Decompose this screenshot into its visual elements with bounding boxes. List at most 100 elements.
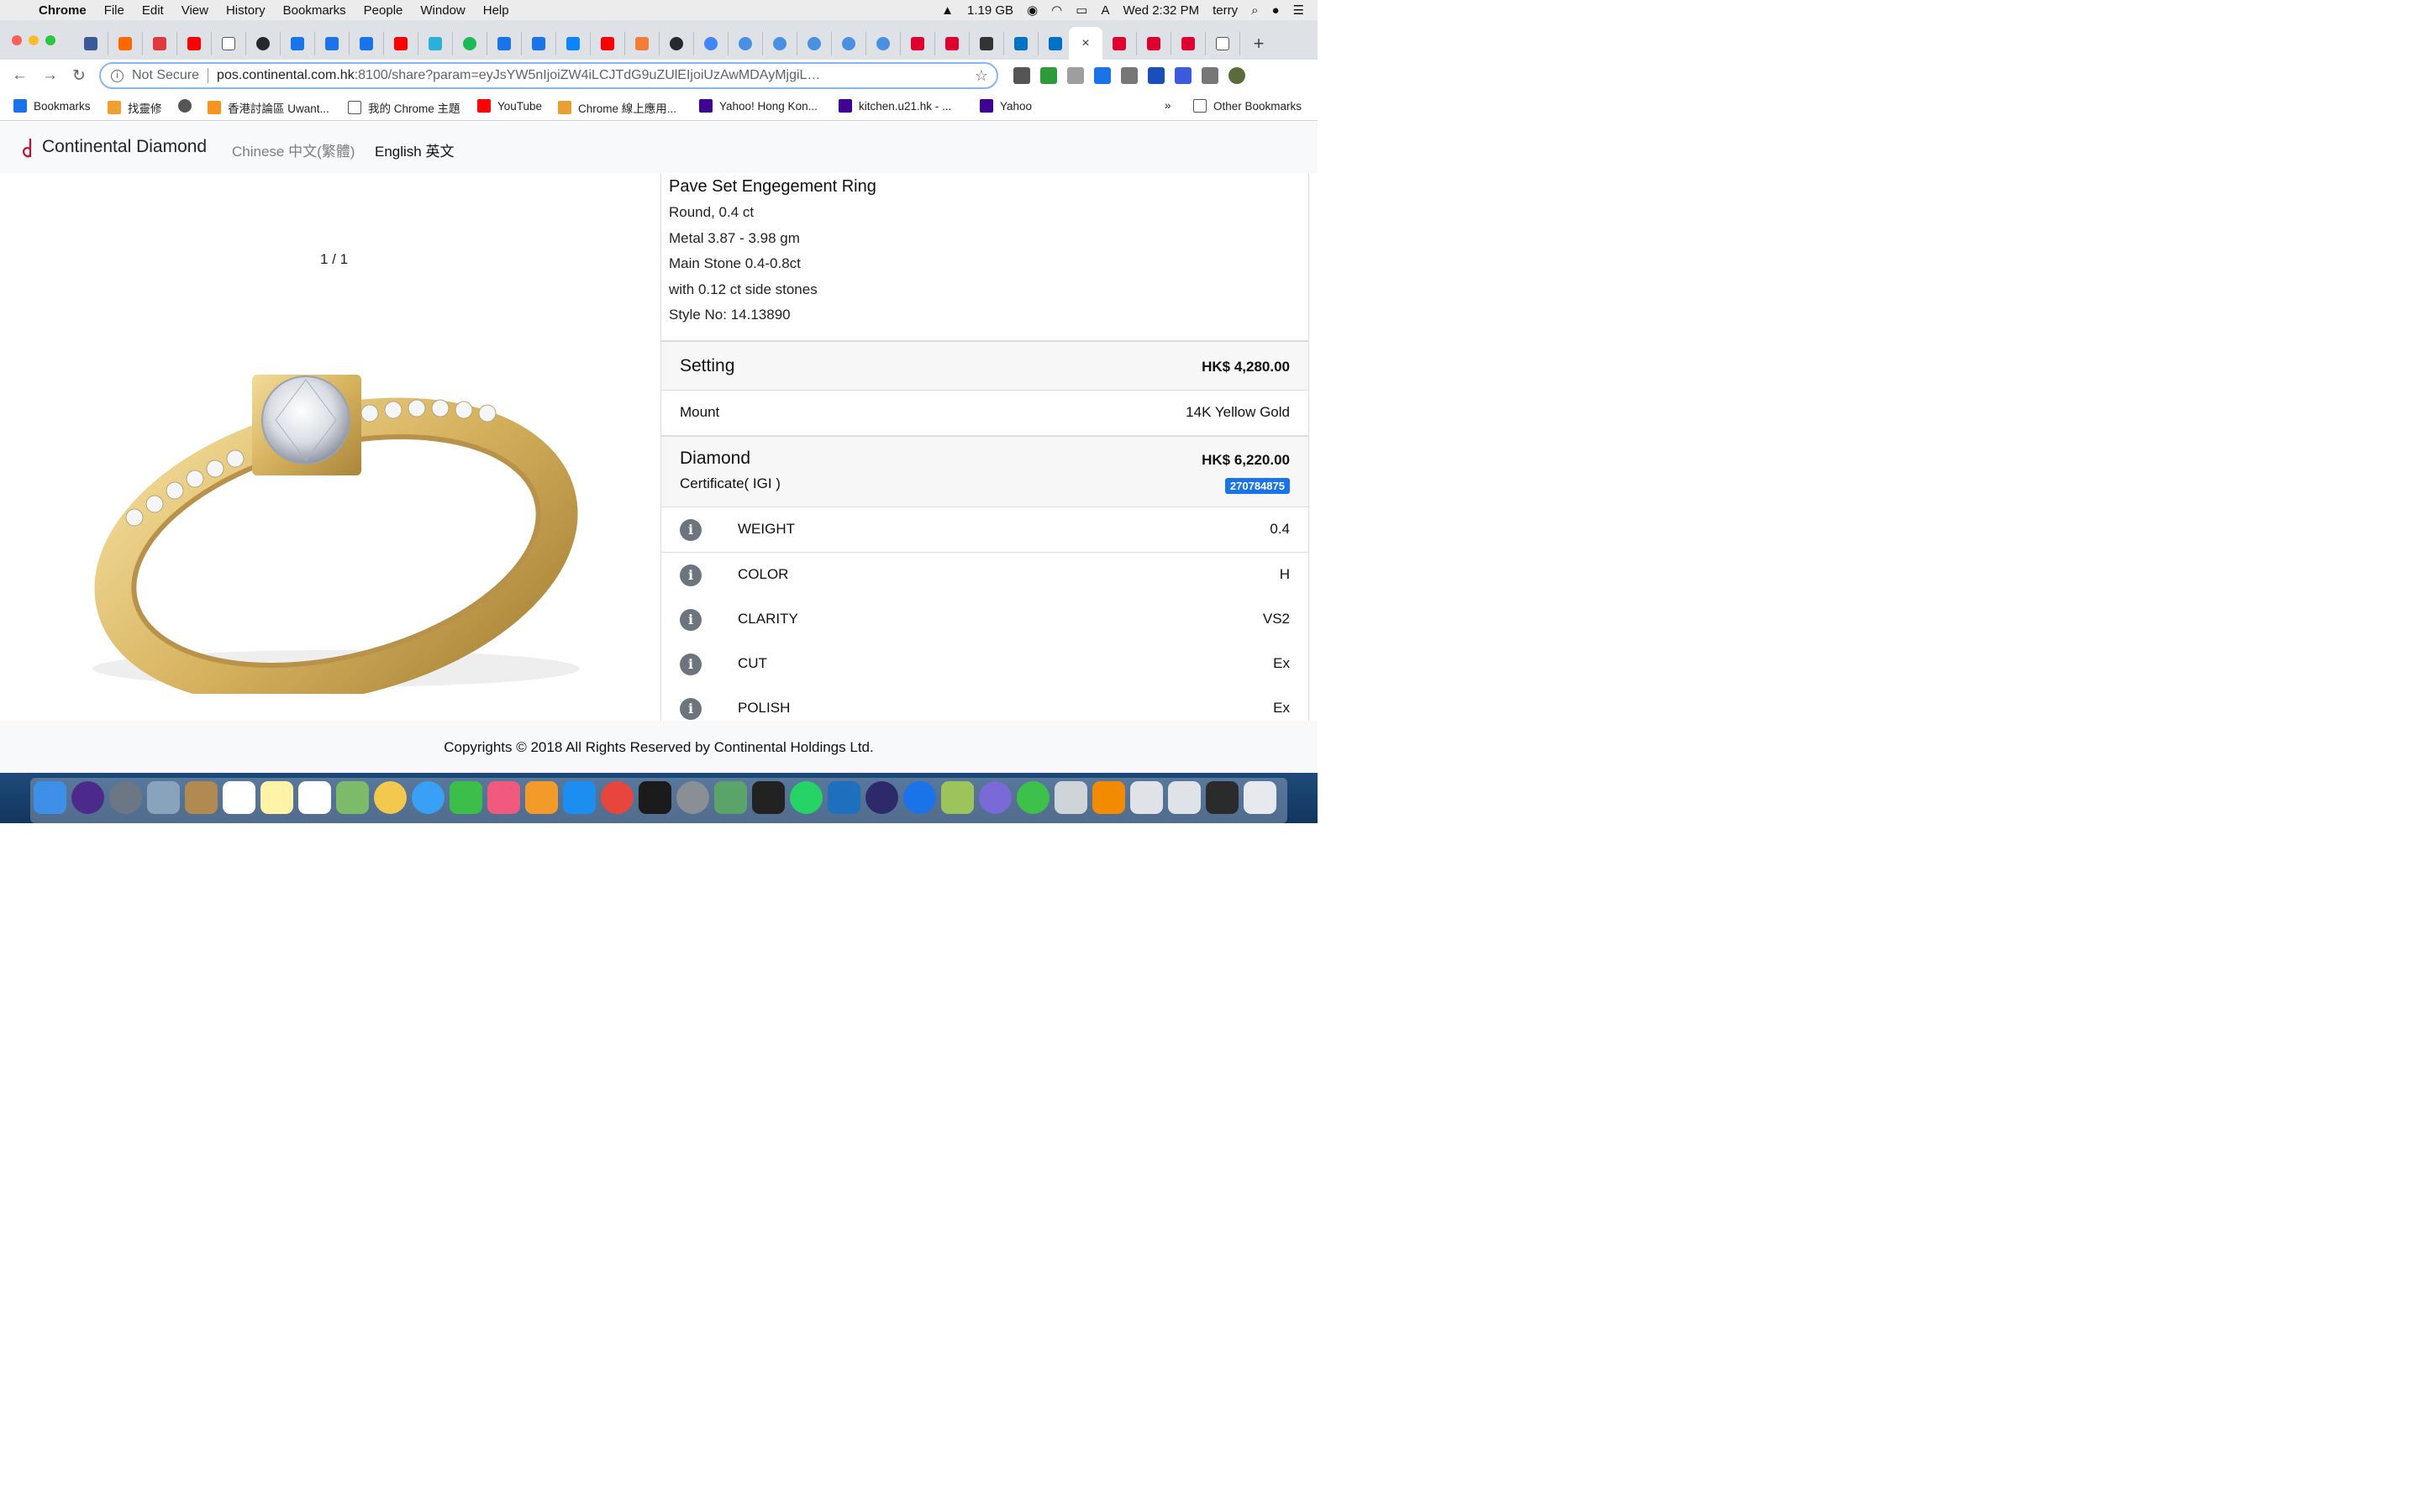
brand-name[interactable]: Continental Diamond — [42, 137, 207, 157]
wifi-icon[interactable]: ◠ — [1051, 3, 1062, 18]
memory-status[interactable]: 1.19 GB — [967, 3, 1013, 18]
info-circle-icon[interactable]: i — [680, 654, 702, 675]
bookmark-item[interactable]: kitchen.u21.hk - ... — [839, 99, 951, 113]
tab[interactable] — [1102, 32, 1137, 55]
bookmark-item[interactable]: 找靈修 — [108, 99, 162, 116]
vlc-status-icon[interactable]: ▲ — [941, 3, 954, 18]
forward-arrow-icon[interactable]: → — [42, 66, 58, 85]
tab[interactable] — [591, 32, 625, 55]
cors-extension-icon[interactable] — [1040, 67, 1057, 84]
menu-view[interactable]: View — [182, 3, 208, 18]
facetime-icon[interactable] — [450, 781, 482, 814]
user-name[interactable]: terry — [1213, 3, 1238, 18]
active-tab[interactable]: × — [1069, 27, 1102, 60]
bookmark-item[interactable] — [178, 99, 198, 113]
close-window-icon[interactable] — [12, 35, 22, 45]
tab[interactable] — [487, 32, 522, 55]
menu-edit[interactable]: Edit — [142, 3, 164, 18]
ruler-extension-icon[interactable] — [1175, 67, 1192, 84]
chrome-menu-icon[interactable] — [1255, 67, 1272, 84]
new-tab-button[interactable]: + — [1249, 32, 1269, 55]
battery-icon[interactable]: ▭ — [1076, 3, 1087, 18]
reload-icon[interactable]: ↻ — [72, 66, 86, 86]
gpu-icon[interactable] — [1055, 781, 1087, 814]
documents-stack-icon[interactable] — [1168, 781, 1201, 814]
info-icon[interactable]: i — [111, 69, 124, 82]
tab[interactable] — [935, 32, 970, 55]
activity-monitor-icon[interactable] — [639, 781, 671, 814]
siri-icon[interactable]: ● — [1271, 3, 1279, 18]
tab[interactable] — [281, 32, 315, 55]
tab[interactable] — [522, 32, 556, 55]
menu-app-name[interactable]: Chrome — [39, 3, 87, 18]
tab[interactable] — [453, 32, 487, 55]
chrome-icon[interactable] — [601, 781, 634, 814]
zoom-window-icon[interactable] — [45, 35, 55, 45]
info-circle-icon[interactable]: i — [680, 698, 702, 720]
tab[interactable] — [350, 32, 384, 55]
siri-icon[interactable] — [71, 781, 104, 814]
download-extension-icon[interactable] — [1094, 67, 1111, 84]
mail-stamp-icon[interactable] — [147, 781, 180, 814]
tab[interactable] — [1137, 32, 1171, 55]
maps-icon[interactable] — [336, 781, 369, 814]
downloads-stack-icon[interactable] — [1130, 781, 1163, 814]
certificate-number-badge[interactable]: 270784875 — [1224, 478, 1290, 494]
tab[interactable] — [625, 32, 660, 55]
notification-center-icon[interactable]: ☰ — [1293, 3, 1304, 18]
tab[interactable] — [315, 32, 350, 55]
menu-help[interactable]: Help — [483, 3, 509, 18]
url-host[interactable]: pos.continental.com.hk — [217, 68, 355, 83]
eclipse-icon[interactable] — [865, 781, 898, 814]
books-icon[interactable] — [525, 781, 558, 814]
menu-file[interactable]: File — [104, 3, 124, 18]
menu-bookmarks[interactable]: Bookmarks — [283, 3, 346, 18]
bookmark-item[interactable]: 我的 Chrome 主題 — [348, 99, 460, 116]
bookmark-item[interactable]: Chrome 線上應用... — [558, 99, 676, 116]
wechat-status-icon[interactable]: ◉ — [1027, 3, 1038, 18]
continental-logo-icon[interactable] — [20, 137, 35, 159]
tab[interactable] — [763, 32, 797, 55]
finder-icon[interactable] — [34, 781, 66, 814]
language-chinese-link[interactable]: Chinese 中文(繁體) — [232, 139, 355, 160]
tab[interactable] — [970, 32, 1004, 55]
tab[interactable] — [660, 32, 694, 55]
language-english-link[interactable]: English 英文 — [375, 139, 454, 160]
sourcetree-icon[interactable] — [903, 781, 936, 814]
bookmark-item[interactable]: Yahoo — [980, 99, 1032, 113]
vscode-icon[interactable] — [828, 781, 860, 814]
address-bar[interactable]: i Not Secure pos.continental.com.hk :810… — [99, 62, 998, 89]
bookmark-item[interactable]: YouTube — [477, 99, 542, 113]
bookmark-extension-icon[interactable] — [1148, 67, 1165, 84]
photos-icon[interactable] — [374, 781, 407, 814]
calendar-icon[interactable] — [223, 781, 255, 814]
menu-window[interactable]: Window — [420, 3, 465, 18]
tab[interactable] — [384, 32, 418, 55]
system-preferences-icon[interactable] — [676, 781, 709, 814]
input-source-icon[interactable]: A — [1101, 3, 1109, 18]
menu-people[interactable]: People — [364, 3, 403, 18]
url-path[interactable]: :8100/share?param=eyJsYW5nIjoiZW4iLCJTdG… — [355, 68, 825, 83]
android-studio-icon[interactable] — [714, 781, 747, 814]
terminal-icon[interactable] — [752, 781, 785, 814]
not-secure-label[interactable]: Not Secure — [132, 68, 199, 83]
profile-avatar-icon[interactable] — [1228, 67, 1245, 84]
minimize-window-icon[interactable] — [29, 35, 39, 45]
whatsapp-icon[interactable] — [790, 781, 823, 814]
bookmark-star-icon[interactable]: ☆ — [975, 67, 988, 85]
notes-icon[interactable] — [260, 781, 293, 814]
tab[interactable] — [694, 32, 729, 55]
bookmark-item[interactable]: 香港討論區 Uwant... — [208, 99, 329, 116]
close-tab-icon[interactable]: × — [1081, 36, 1089, 51]
tab[interactable] — [1171, 32, 1206, 55]
app-store-icon[interactable] — [563, 781, 596, 814]
tab[interactable] — [177, 32, 212, 55]
tab[interactable] — [797, 32, 832, 55]
info-circle-icon[interactable]: i — [680, 564, 702, 586]
tab[interactable] — [143, 32, 177, 55]
menu-history[interactable]: History — [226, 3, 266, 18]
messages-icon[interactable] — [412, 781, 445, 814]
tab[interactable] — [1206, 32, 1240, 55]
clock[interactable]: Wed 2:32 PM — [1123, 3, 1199, 18]
tab[interactable] — [832, 32, 866, 55]
